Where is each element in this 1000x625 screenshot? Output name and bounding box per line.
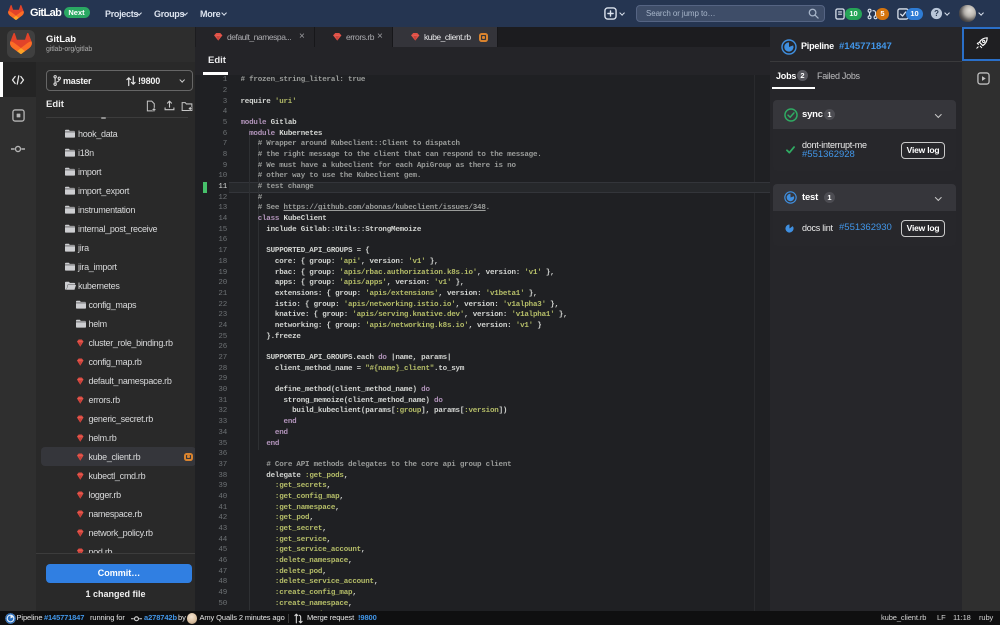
svg-text:?: ?	[934, 9, 939, 18]
